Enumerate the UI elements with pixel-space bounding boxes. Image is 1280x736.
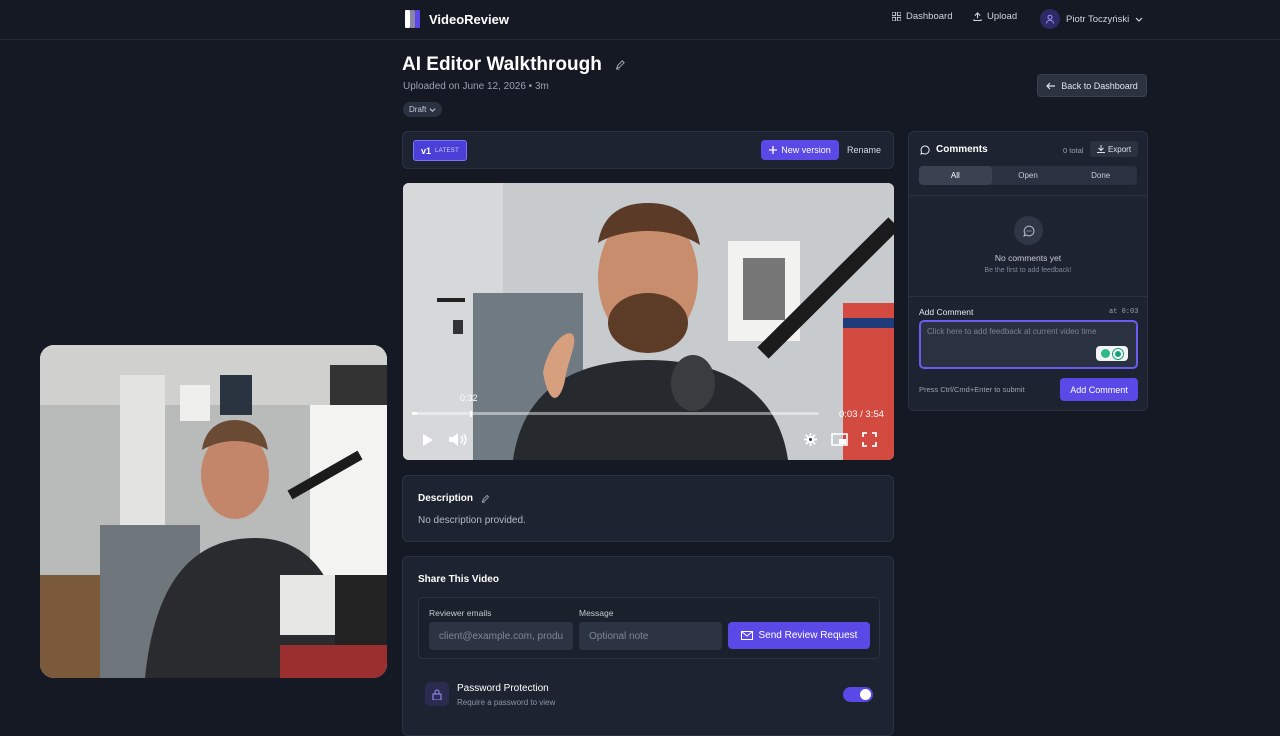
mail-icon — [740, 631, 753, 640]
add-comment-label: Add Comment — [919, 307, 974, 317]
download-icon — [1096, 145, 1105, 153]
top-navigation-bar: VideoReview Dashboard Upload Piotr Toczy… — [0, 0, 1280, 40]
video-player[interactable]: 0:32 0:03 / 3:54 — [403, 183, 894, 460]
video-frame — [403, 183, 894, 460]
chevron-down-icon — [1135, 17, 1143, 22]
comment-textarea[interactable]: Click here to add feedback at current vi… — [919, 320, 1138, 369]
send-label: Send Review Request — [758, 630, 858, 641]
arrow-left-icon — [1046, 82, 1056, 89]
extension-icons — [1096, 346, 1128, 361]
app-logo-icon — [405, 10, 421, 28]
back-to-dashboard-button[interactable]: Back to Dashboard — [1037, 74, 1147, 97]
user-name: Piotr Toczyński — [1066, 13, 1130, 25]
avatar — [1040, 9, 1060, 29]
nav-upload-label: Upload — [987, 11, 1018, 22]
app-name: VideoReview — [429, 11, 509, 27]
divider — [909, 296, 1147, 297]
version-badge[interactable]: v1 LATEST — [413, 140, 468, 161]
brand[interactable]: VideoReview — [405, 10, 509, 28]
assistant-icon[interactable] — [1101, 349, 1110, 358]
status-dropdown[interactable]: Draft — [403, 102, 443, 117]
fullscreen-icon[interactable] — [862, 432, 877, 447]
version-tag: LATEST — [435, 147, 460, 154]
version-bar: v1 LATEST New version Rename — [402, 131, 894, 169]
rename-button[interactable]: Rename — [847, 145, 881, 155]
share-panel: Share This Video Reviewer emails client@… — [402, 556, 894, 736]
chevron-down-icon — [429, 108, 436, 112]
tab-all[interactable]: All — [919, 166, 992, 185]
add-comment-button[interactable]: Add Comment — [1060, 378, 1138, 401]
new-version-button[interactable]: New version — [761, 140, 839, 160]
password-title: Password Protection — [457, 683, 549, 694]
upload-icon — [973, 12, 982, 21]
empty-title: No comments yet — [994, 253, 1062, 263]
comment-timestamp: at 0:03 — [1109, 308, 1139, 316]
upload-date: Uploaded on June 12, 2026 • 3m — [403, 81, 549, 92]
volume-icon[interactable] — [448, 432, 468, 447]
back-label: Back to Dashboard — [1061, 80, 1138, 91]
progress-fill — [412, 412, 418, 415]
user-menu[interactable]: Piotr Toczyński — [1040, 9, 1143, 29]
password-subtitle: Require a password to view — [457, 698, 556, 707]
export-label: Export — [1107, 144, 1132, 154]
version-number: v1 — [421, 145, 432, 156]
grid-icon — [892, 12, 901, 21]
export-button[interactable]: Export — [1090, 141, 1138, 157]
reviewer-emails-input[interactable]: client@example.com, produ — [429, 622, 573, 650]
empty-subtitle: Be the first to add feedback! — [984, 267, 1072, 274]
webcam-overlay — [40, 345, 387, 678]
password-toggle[interactable] — [843, 687, 873, 702]
nav-dashboard[interactable]: Dashboard — [892, 11, 952, 22]
progress-bar[interactable] — [412, 411, 819, 417]
picture-in-picture-icon[interactable] — [831, 433, 848, 446]
page-title: AI Editor Walkthrough — [402, 54, 626, 76]
tab-open[interactable]: Open — [992, 166, 1065, 185]
settings-gear-icon[interactable] — [804, 433, 817, 446]
comment-placeholder: Click here to add feedback at current vi… — [927, 327, 1097, 336]
webcam-frame — [40, 345, 387, 678]
description-text: No description provided. — [418, 515, 526, 526]
submit-hint: Press Ctrl/Cmd+Enter to submit — [919, 385, 1025, 394]
grammar-check-icon[interactable] — [1113, 348, 1123, 359]
description-heading: Description — [418, 493, 474, 504]
message-input[interactable]: Optional note — [579, 622, 722, 650]
lock-icon-box — [425, 682, 449, 706]
tab-done[interactable]: Done — [1064, 166, 1137, 185]
comments-count: 0 total — [1063, 146, 1084, 155]
divider — [909, 195, 1147, 196]
share-heading: Share This Video — [418, 574, 499, 585]
status-label: Draft — [409, 105, 427, 114]
comment-filter-tabs: All Open Done — [919, 166, 1137, 185]
comment-icon — [920, 144, 930, 155]
new-version-label: New version — [781, 145, 831, 155]
send-review-request-button[interactable]: Send Review Request — [728, 622, 870, 649]
plus-icon — [769, 146, 778, 154]
empty-state-icon — [1014, 216, 1043, 245]
nav-dashboard-label: Dashboard — [906, 11, 953, 22]
user-icon — [1046, 14, 1054, 24]
chat-bubble-icon — [1022, 225, 1034, 237]
description-panel: Description No description provided. — [402, 475, 894, 542]
play-icon[interactable] — [422, 434, 433, 446]
nav-upload[interactable]: Upload — [973, 11, 1017, 22]
emails-label: Reviewer emails — [429, 608, 492, 618]
progress-marker — [470, 411, 472, 417]
comments-heading: Comments — [936, 144, 988, 155]
message-label: Message — [579, 608, 614, 618]
edit-description-icon[interactable] — [481, 494, 490, 503]
video-title: AI Editor Walkthrough — [402, 54, 602, 75]
comments-panel: Comments 0 total Export All Open Done No… — [908, 131, 1148, 411]
lock-icon — [432, 689, 442, 700]
time-display: 0:03 / 3:54 — [839, 409, 884, 420]
edit-title-icon[interactable] — [615, 59, 626, 71]
hover-time: 0:32 — [460, 393, 478, 403]
